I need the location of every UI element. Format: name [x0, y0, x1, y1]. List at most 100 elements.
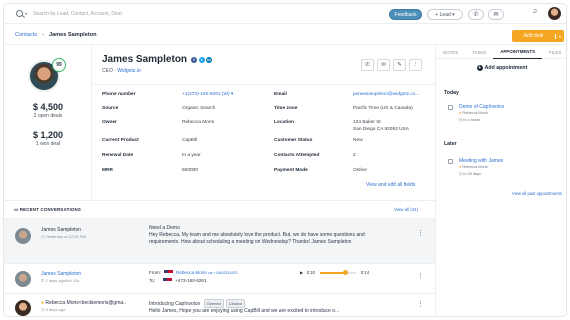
- email-subject: Introducing CapInvoice: [149, 301, 201, 307]
- more-button[interactable]: ⋮: [409, 59, 422, 71]
- call-to: +473-160-8261: [175, 278, 207, 283]
- contact-avatar: [15, 271, 31, 287]
- email-label: Email: [274, 92, 287, 97]
- more-vertical-icon[interactable]: ⋮: [417, 272, 424, 280]
- email-button[interactable]: ✉: [377, 59, 390, 71]
- email-body: Hello James, Hope you are enjoying using…: [149, 308, 340, 314]
- email-sender-name: Rebecca Moris<beckiemoris@gma..: [45, 300, 126, 306]
- renewal-value: In a year: [182, 153, 201, 158]
- appointment-owner: ● Rebecca Moris: [459, 165, 488, 169]
- breadcrumb-current: James Sampleton: [48, 31, 97, 38]
- add-deal-button[interactable]: Add deal ▾: [512, 30, 564, 42]
- mail-icon[interactable]: ✉: [488, 9, 504, 20]
- time-start: 0:10: [306, 270, 315, 275]
- email-value[interactable]: jamessampleton@widgetz.co...: [353, 92, 419, 97]
- appointment-owner-name: Rebecca Moris: [462, 165, 488, 169]
- mail-icon: ✉: [381, 62, 386, 68]
- search-icon: [16, 10, 23, 17]
- recent-conversations-heading: ▭ RECENT CONVERSATIONS: [14, 207, 81, 213]
- product-label: Current Product: [102, 138, 139, 143]
- email-sender: ● Rebecca Moris<beckiemoris@gma..: [41, 300, 126, 306]
- open-deals-label: 2 open deals: [33, 113, 63, 119]
- more-vertical-icon[interactable]: ⋮: [417, 300, 424, 308]
- tab-files[interactable]: FILES: [542, 46, 566, 59]
- audio-progress-handle[interactable]: [342, 270, 348, 275]
- twitter-icon[interactable]: t: [198, 56, 205, 63]
- chevron-down-icon[interactable]: ▾: [25, 11, 27, 16]
- call-contact-name[interactable]: James Sampleton: [41, 271, 81, 277]
- view-all-fields-link[interactable]: View and edit all fields: [366, 182, 415, 188]
- us-flag-icon: [163, 277, 173, 284]
- user-avatar[interactable]: [548, 7, 561, 20]
- top-bar: ▾ Search by Lead, Contact, Account, Deal…: [4, 4, 566, 24]
- to-label: To:: [149, 278, 156, 283]
- add-appointment-label: Add appointment: [484, 65, 528, 71]
- phone-icon[interactable]: ✆: [468, 9, 484, 20]
- calendar-icon: [448, 105, 453, 110]
- view-all-conversations-link[interactable]: View all (24): [394, 207, 418, 212]
- attempted-label: Contacts Attempted: [274, 153, 320, 158]
- conversation-content: Need a Demo Hey Rebecca, My team and me …: [149, 225, 369, 246]
- play-icon[interactable]: ▶: [300, 270, 303, 275]
- contact-summary: 99 $ 4,500 2 open deals $ 1,200 1 won de…: [4, 46, 92, 199]
- company-link[interactable]: Widgetz.io: [117, 68, 140, 74]
- email-content: Introducing CapInvoice Opened Clicked Hel…: [149, 299, 369, 315]
- call-log-item[interactable]: James Sampleton ✆ 2 days ago/6m 13s From…: [4, 263, 435, 293]
- audio-progress-fill: [319, 271, 346, 274]
- phone-icon: ✆: [365, 62, 370, 68]
- renewal-label: Renewal Date: [102, 153, 134, 158]
- appointment-title[interactable]: Meeting with James: [459, 158, 549, 164]
- feedback-button[interactable]: Feedback: [389, 9, 422, 20]
- search-input[interactable]: Search by Lead, Contact, Account, Deal: [33, 11, 122, 17]
- facebook-icon[interactable]: f: [191, 56, 198, 63]
- today-heading: Today: [444, 90, 459, 96]
- us-flag-icon: [164, 269, 173, 276]
- breadcrumb-contacts-link[interactable]: Contacts: [15, 32, 37, 38]
- call-button[interactable]: ✆: [361, 59, 374, 71]
- phone-icon: ✆: [41, 278, 45, 283]
- location-value-1: 134 Baker St: [353, 120, 381, 125]
- lead-score-badge: 99: [52, 58, 66, 72]
- chevron-down-icon[interactable]: ▾: [555, 33, 564, 39]
- attempted-value: 2: [353, 153, 356, 158]
- view-past-appointments-link[interactable]: View all past appointments: [512, 191, 562, 196]
- audio-progress-bar[interactable]: [319, 270, 356, 275]
- edit-button[interactable]: ✎: [393, 59, 406, 71]
- email-item[interactable]: ● Rebecca Moris<beckiemoris@gma.. ◷ 4 da…: [4, 293, 435, 316]
- call-date: ✆ 2 days ago/6m 13s: [41, 278, 79, 283]
- appointment-time: ◷ In 4 hours: [459, 117, 480, 122]
- add-appointment-button[interactable]: + Add appointment: [436, 65, 566, 71]
- tab-appointments[interactable]: APPOINTMENTS: [493, 46, 543, 59]
- source-label: Source: [102, 106, 119, 111]
- appointment-time-text: In 4 hours: [463, 118, 481, 122]
- owner-label: Owner: [102, 120, 117, 125]
- conversation-item[interactable]: James Sampleton ◷ Yesterday at 12:32 PM …: [4, 218, 435, 263]
- product-value: CapBill: [182, 138, 198, 143]
- appointment-title[interactable]: Demo of CapInvoice: [459, 104, 549, 110]
- opened-badge: Opened: [203, 299, 224, 308]
- tab-notes[interactable]: NOTES: [436, 46, 465, 59]
- sender-avatar: [15, 300, 31, 316]
- search-bar[interactable]: ▾ Search by Lead, Contact, Account, Deal: [16, 10, 122, 17]
- clock-icon: ◷: [41, 307, 45, 312]
- time-end: 0:14: [360, 270, 370, 275]
- timezone-value: Pacific Time (US & Canada): [353, 106, 413, 111]
- user-icon: ●: [41, 300, 45, 306]
- bell-icon[interactable]: ♫: [532, 8, 537, 15]
- recent-conversations-title: RECENT CONVERSATIONS: [19, 207, 82, 212]
- calendar-icon: [448, 159, 453, 164]
- phone-number: +1(473)-160-8261 (W): [182, 92, 230, 97]
- phone-value[interactable]: +1(473)-160-8261 (W) ▾: [182, 92, 233, 97]
- call-recording-player: ▶ 0:10 0:14: [300, 270, 369, 275]
- conversation-date-text: Yesterday at 12:32 PM: [45, 234, 86, 239]
- won-deals-label: 1 won deal: [35, 141, 61, 147]
- call-date-text: 2 days ago/6m 13s: [45, 278, 80, 283]
- add-lead-label: + Lead: [435, 11, 451, 18]
- more-vertical-icon[interactable]: ⋮: [417, 229, 424, 237]
- linkedin-icon[interactable]: in: [206, 56, 213, 63]
- tab-tasks[interactable]: TASKS: [465, 46, 493, 59]
- recent-conversations: ▭ RECENT CONVERSATIONS View all (24) Jam…: [4, 200, 435, 316]
- appointment-owner-name: Rebecca Moris: [462, 111, 488, 115]
- add-lead-button[interactable]: + Lead ▾: [427, 9, 463, 20]
- won-deals-stat: $ 1,200 1 won deal: [4, 130, 92, 147]
